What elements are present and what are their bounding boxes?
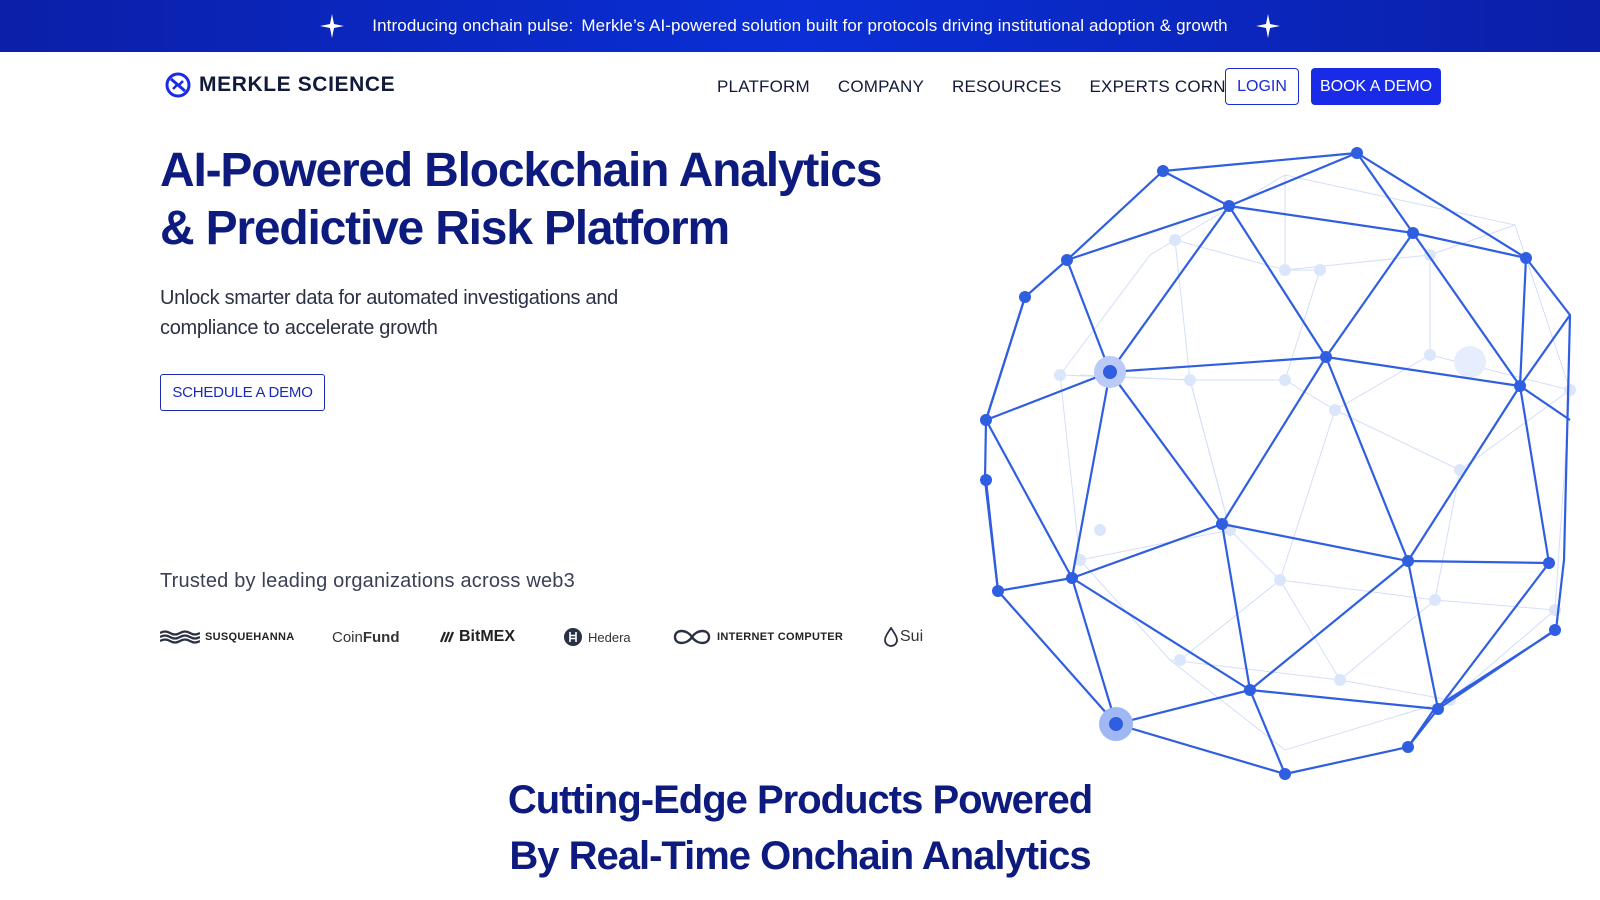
trusted-heading: Trusted by leading organizations across …	[160, 570, 575, 592]
partner-name: BitMEX	[459, 628, 515, 645]
hero-subtitle: Unlock smarter data for automated invest…	[160, 283, 680, 343]
infinity-icon	[673, 629, 711, 645]
hero-title: AI-Powered Blockchain Analytics & Predic…	[160, 142, 920, 258]
login-button[interactable]: LOGIN	[1225, 68, 1299, 105]
partner-logos: SUSQUEHANNA Coin Fund BitMEX Hedera INTER…	[160, 622, 923, 652]
sparkle-icon	[320, 14, 345, 38]
section-title-line-1: Cutting-Edge Products Powered	[507, 778, 1093, 822]
partner-name: INTERNET COMPUTER	[717, 631, 844, 643]
sui-drop-icon	[884, 627, 898, 647]
hero-title-line-2: & Predictive Risk Platform	[160, 202, 730, 255]
partner-name-b: Fund	[362, 628, 400, 646]
partner-name: SUSQUEHANNA	[205, 631, 295, 643]
section-title-line-2: By Real-Time Onchain Analytics	[509, 834, 1091, 878]
book-demo-button[interactable]: BOOK A DEMO	[1311, 68, 1441, 105]
hero-subtitle-line-1: Unlock smarter data for automated invest…	[160, 287, 618, 309]
partner-name-a: Coin	[332, 628, 363, 646]
network-globe-illustration	[980, 147, 1576, 780]
announcement-body: Merkle’s AI-powered solution built for p…	[581, 16, 1228, 35]
nav-item-resources[interactable]: RESOURCES	[952, 77, 1062, 97]
partner-logo-bitmex: BitMEX	[440, 622, 515, 652]
partner-logo-internet-computer: INTERNET COMPUTER	[672, 622, 843, 652]
partner-name: Sui	[900, 628, 924, 645]
hero-title-line-1: AI-Powered Blockchain Analytics	[160, 144, 882, 197]
waves-icon	[160, 630, 200, 644]
partner-logo-hedera: Hedera	[563, 622, 631, 652]
hero-subtitle-line-2: compliance to accelerate growth	[160, 317, 438, 339]
brand-logo[interactable]: MERKLE SCIENCE	[165, 72, 395, 98]
partner-logo-coinfund: Coin Fund	[332, 622, 400, 652]
sparkle-icon	[1255, 14, 1280, 38]
site-header: MERKLE SCIENCE PLATFORM COMPANY RESOURCE…	[0, 52, 1600, 122]
announcement-lead: Introducing onchain pulse:	[372, 16, 574, 35]
announcement-bar[interactable]: Introducing onchain pulse: Merkle’s AI-p…	[0, 0, 1600, 52]
partner-name: Hedera	[588, 629, 631, 645]
nav-item-platform[interactable]: PLATFORM	[717, 77, 810, 97]
partner-logo-sui: Sui	[884, 622, 923, 652]
bitmex-mark-icon	[440, 631, 454, 643]
main-nav: PLATFORM COMPANY RESOURCES EXPERTS CORNE…	[717, 77, 1250, 97]
hedera-icon	[564, 628, 582, 646]
partner-logo-susquehanna: SUSQUEHANNA	[160, 622, 294, 652]
schedule-demo-button[interactable]: SCHEDULE A DEMO	[160, 374, 325, 411]
brand-name: MERKLE SCIENCE	[199, 73, 396, 96]
announcement-text: Introducing onchain pulse: Merkle’s AI-p…	[372, 16, 1227, 36]
merkle-logo-icon	[165, 72, 191, 98]
products-section-title: Cutting-Edge Products Powered By Real-Ti…	[400, 772, 1200, 884]
nav-item-company[interactable]: COMPANY	[838, 77, 924, 97]
